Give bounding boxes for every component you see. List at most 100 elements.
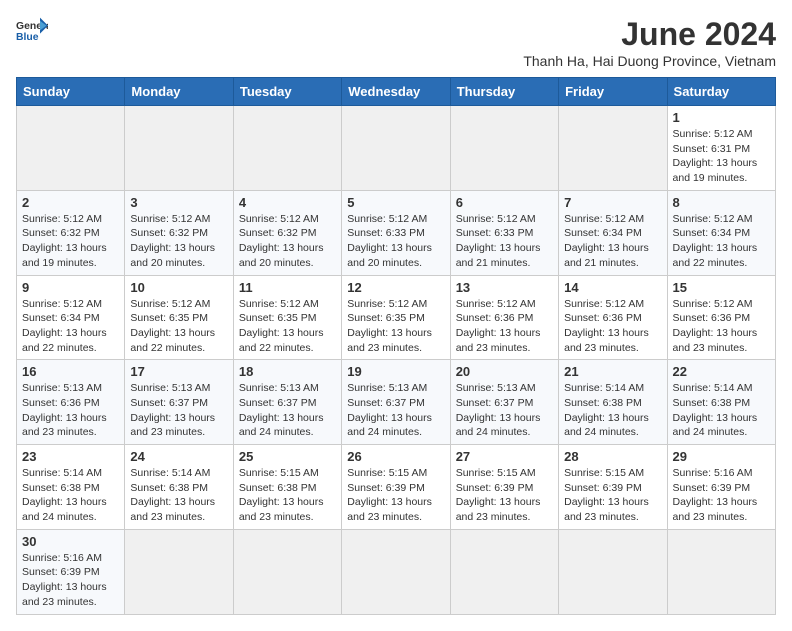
day-info: Sunrise: 5:12 AMSunset: 6:33 PMDaylight:… xyxy=(347,212,444,271)
day-number: 18 xyxy=(239,364,336,379)
day-info: Sunrise: 5:16 AMSunset: 6:39 PMDaylight:… xyxy=(22,551,119,610)
calendar-cell: 10Sunrise: 5:12 AMSunset: 6:35 PMDayligh… xyxy=(125,275,233,360)
calendar-week-4: 16Sunrise: 5:13 AMSunset: 6:36 PMDayligh… xyxy=(17,360,776,445)
col-header-sunday: Sunday xyxy=(17,78,125,106)
calendar-cell xyxy=(559,106,667,191)
calendar-cell: 2Sunrise: 5:12 AMSunset: 6:32 PMDaylight… xyxy=(17,190,125,275)
calendar-cell: 20 Sunrise: 5:13 AMSunset: 6:37 PMDayligh… xyxy=(450,360,558,445)
day-number: 25 xyxy=(239,449,336,464)
day-info: Sunrise: 5:12 AMSunset: 6:32 PMDaylight:… xyxy=(239,212,336,271)
day-info: Sunrise: 5:12 AMSunset: 6:35 PMDaylight:… xyxy=(347,297,444,356)
day-info: Sunrise: 5:15 AMSunset: 6:39 PMDaylight:… xyxy=(564,466,661,525)
day-number: 3 xyxy=(130,195,227,210)
day-number: 20 xyxy=(456,364,553,379)
calendar-header-row: SundayMondayTuesdayWednesdayThursdayFrid… xyxy=(17,78,776,106)
calendar-cell: 12 Sunrise: 5:12 AMSunset: 6:35 PMDayligh… xyxy=(342,275,450,360)
svg-text:Blue: Blue xyxy=(16,32,39,43)
calendar-cell: 13 Sunrise: 5:12 AMSunset: 6:36 PMDayligh… xyxy=(450,275,558,360)
calendar-cell: 23Sunrise: 5:14 AMSunset: 6:38 PMDayligh… xyxy=(17,445,125,530)
calendar-cell xyxy=(667,529,775,614)
day-number: 27 xyxy=(456,449,553,464)
day-info: Sunrise: 5:13 AMSunset: 6:37 PMDaylight:… xyxy=(456,381,553,440)
calendar-cell xyxy=(342,529,450,614)
day-number: 4 xyxy=(239,195,336,210)
calendar-cell xyxy=(342,106,450,191)
day-info: Sunrise: 5:12 AMSunset: 6:36 PMDaylight:… xyxy=(456,297,553,356)
day-info: Sunrise: 5:13 AMSunset: 6:37 PMDaylight:… xyxy=(130,381,227,440)
calendar-cell: 4 Sunrise: 5:12 AMSunset: 6:32 PMDaylight… xyxy=(233,190,341,275)
col-header-thursday: Thursday xyxy=(450,78,558,106)
col-header-saturday: Saturday xyxy=(667,78,775,106)
day-info: Sunrise: 5:12 AMSunset: 6:35 PMDaylight:… xyxy=(130,297,227,356)
day-number: 14 xyxy=(564,280,661,295)
calendar-cell: 21 Sunrise: 5:14 AMSunset: 6:38 PMDayligh… xyxy=(559,360,667,445)
col-header-monday: Monday xyxy=(125,78,233,106)
calendar-cell: 26 Sunrise: 5:15 AMSunset: 6:39 PMDayligh… xyxy=(342,445,450,530)
calendar-table: SundayMondayTuesdayWednesdayThursdayFrid… xyxy=(16,77,776,615)
day-info: Sunrise: 5:14 AMSunset: 6:38 PMDaylight:… xyxy=(130,466,227,525)
col-header-friday: Friday xyxy=(559,78,667,106)
calendar-cell: 17 Sunrise: 5:13 AMSunset: 6:37 PMDayligh… xyxy=(125,360,233,445)
day-info: Sunrise: 5:12 AMSunset: 6:34 PMDaylight:… xyxy=(673,212,770,271)
day-number: 1 xyxy=(673,110,770,125)
calendar-cell: 22 Sunrise: 5:14 AMSunset: 6:38 PMDayligh… xyxy=(667,360,775,445)
calendar-cell: 5 Sunrise: 5:12 AMSunset: 6:33 PMDaylight… xyxy=(342,190,450,275)
calendar-week-1: 1Sunrise: 5:12 AMSunset: 6:31 PMDaylight… xyxy=(17,106,776,191)
day-number: 26 xyxy=(347,449,444,464)
day-number: 9 xyxy=(22,280,119,295)
calendar-week-5: 23Sunrise: 5:14 AMSunset: 6:38 PMDayligh… xyxy=(17,445,776,530)
calendar-cell: 3 Sunrise: 5:12 AMSunset: 6:32 PMDaylight… xyxy=(125,190,233,275)
calendar-cell: 18 Sunrise: 5:13 AMSunset: 6:37 PMDayligh… xyxy=(233,360,341,445)
title-block: June 2024 Thanh Ha, Hai Duong Province, … xyxy=(523,16,776,69)
month-year-title: June 2024 xyxy=(523,16,776,53)
calendar-cell: 8 Sunrise: 5:12 AMSunset: 6:34 PMDaylight… xyxy=(667,190,775,275)
day-number: 2 xyxy=(22,195,119,210)
day-number: 17 xyxy=(130,364,227,379)
day-info: Sunrise: 5:15 AMSunset: 6:39 PMDaylight:… xyxy=(456,466,553,525)
day-info: Sunrise: 5:13 AMSunset: 6:36 PMDaylight:… xyxy=(22,381,119,440)
calendar-cell: 19Sunrise: 5:13 AMSunset: 6:37 PMDayligh… xyxy=(342,360,450,445)
day-number: 19 xyxy=(347,364,444,379)
day-number: 8 xyxy=(673,195,770,210)
logo-icon: General Blue xyxy=(16,16,48,44)
day-info: Sunrise: 5:15 AMSunset: 6:38 PMDaylight:… xyxy=(239,466,336,525)
col-header-tuesday: Tuesday xyxy=(233,78,341,106)
day-info: Sunrise: 5:12 AMSunset: 6:36 PMDaylight:… xyxy=(673,297,770,356)
day-number: 22 xyxy=(673,364,770,379)
day-info: Sunrise: 5:13 AMSunset: 6:37 PMDaylight:… xyxy=(239,381,336,440)
calendar-week-3: 9Sunrise: 5:12 AMSunset: 6:34 PMDaylight… xyxy=(17,275,776,360)
calendar-cell: 28 Sunrise: 5:15 AMSunset: 6:39 PMDayligh… xyxy=(559,445,667,530)
day-number: 13 xyxy=(456,280,553,295)
calendar-cell: 9Sunrise: 5:12 AMSunset: 6:34 PMDaylight… xyxy=(17,275,125,360)
calendar-cell xyxy=(559,529,667,614)
calendar-cell: 15 Sunrise: 5:12 AMSunset: 6:36 PMDayligh… xyxy=(667,275,775,360)
page-header: General Blue June 2024 Thanh Ha, Hai Duo… xyxy=(16,16,776,69)
day-number: 15 xyxy=(673,280,770,295)
day-number: 21 xyxy=(564,364,661,379)
day-number: 12 xyxy=(347,280,444,295)
calendar-cell: 24 Sunrise: 5:14 AMSunset: 6:38 PMDayligh… xyxy=(125,445,233,530)
calendar-cell xyxy=(233,106,341,191)
day-number: 24 xyxy=(130,449,227,464)
calendar-cell: 11Sunrise: 5:12 AMSunset: 6:35 PMDayligh… xyxy=(233,275,341,360)
calendar-cell: 30Sunrise: 5:16 AMSunset: 6:39 PMDayligh… xyxy=(17,529,125,614)
day-info: Sunrise: 5:14 AMSunset: 6:38 PMDaylight:… xyxy=(564,381,661,440)
calendar-cell xyxy=(233,529,341,614)
calendar-cell xyxy=(450,106,558,191)
calendar-cell: 29Sunrise: 5:16 AMSunset: 6:39 PMDayligh… xyxy=(667,445,775,530)
calendar-cell: 14Sunrise: 5:12 AMSunset: 6:36 PMDayligh… xyxy=(559,275,667,360)
day-info: Sunrise: 5:12 AMSunset: 6:32 PMDaylight:… xyxy=(130,212,227,271)
day-info: Sunrise: 5:14 AMSunset: 6:38 PMDaylight:… xyxy=(673,381,770,440)
calendar-cell xyxy=(125,106,233,191)
day-number: 6 xyxy=(456,195,553,210)
day-number: 28 xyxy=(564,449,661,464)
day-info: Sunrise: 5:15 AMSunset: 6:39 PMDaylight:… xyxy=(347,466,444,525)
day-info: Sunrise: 5:16 AMSunset: 6:39 PMDaylight:… xyxy=(673,466,770,525)
day-info: Sunrise: 5:12 AMSunset: 6:35 PMDaylight:… xyxy=(239,297,336,356)
day-number: 7 xyxy=(564,195,661,210)
day-number: 5 xyxy=(347,195,444,210)
calendar-cell xyxy=(17,106,125,191)
day-info: Sunrise: 5:12 AMSunset: 6:33 PMDaylight:… xyxy=(456,212,553,271)
calendar-cell: 7Sunrise: 5:12 AMSunset: 6:34 PMDaylight… xyxy=(559,190,667,275)
calendar-week-6: 30Sunrise: 5:16 AMSunset: 6:39 PMDayligh… xyxy=(17,529,776,614)
